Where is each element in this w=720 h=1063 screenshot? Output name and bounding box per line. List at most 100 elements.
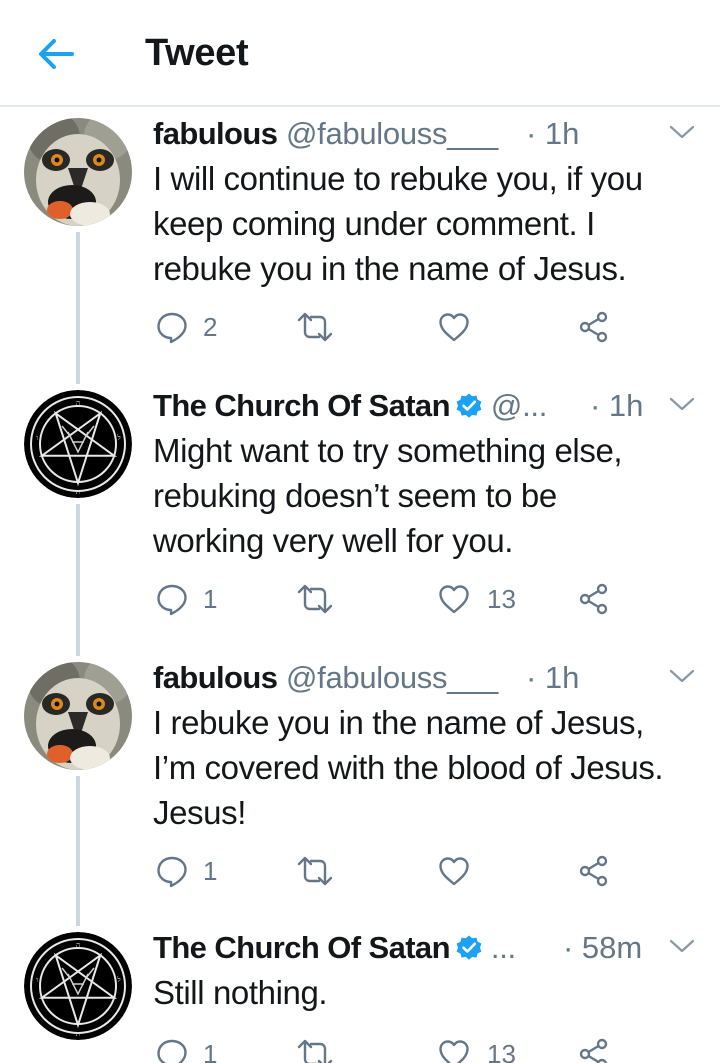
tweet-text: Might want to try something else, rebuki… [153, 428, 702, 563]
retweet-button[interactable] [296, 851, 334, 891]
reply-button[interactable]: 1 [155, 1034, 217, 1063]
share-button[interactable] [577, 851, 611, 891]
svg-text:ת: ת [76, 488, 80, 496]
display-name[interactable]: The Church Of Satan [153, 930, 451, 965]
display-name[interactable]: fabulous [153, 116, 278, 151]
handle[interactable]: @fabulouss___ [286, 660, 498, 695]
tweet-text-line: Might want to try something else, [153, 432, 623, 469]
svg-text:ו: ו [36, 434, 38, 442]
chevron-down-icon[interactable] [668, 936, 696, 956]
retweet-icon [297, 312, 333, 342]
pentagram-avatar: ה ל ו ת [24, 932, 132, 1040]
share-button[interactable] [577, 579, 611, 619]
avatar[interactable]: ה ל ו ת [24, 390, 132, 498]
like-button[interactable] [437, 307, 471, 347]
heart-icon [439, 857, 469, 886]
tweet-header: fabulous @fabulouss___ · 1h [153, 656, 700, 700]
handle[interactable]: @... [491, 388, 547, 423]
timestamp[interactable]: · 1h [590, 384, 643, 428]
share-icon [579, 583, 608, 615]
verified-badge-icon [456, 393, 482, 418]
pentagram-avatar: ה ל ו ת [24, 390, 132, 498]
tweet[interactable]: ה ל ו ת The Church Of Satan @... · 1h Mi… [0, 384, 720, 624]
reply-count: 1 [203, 1038, 218, 1063]
reply-icon [157, 1039, 187, 1063]
tweet-text-line: I’m covered with the blood of Jesus. [153, 749, 664, 786]
share-icon [579, 311, 608, 343]
chevron-down-icon[interactable] [668, 122, 696, 142]
tweet-text-line: I will continue to rebuke you, if you [153, 160, 643, 197]
like-button[interactable]: 13 [437, 1034, 516, 1063]
chevron-down-icon[interactable] [668, 394, 696, 414]
reply-icon [157, 312, 187, 344]
tweet-text-line: rebuking doesn’t seem to be [153, 477, 557, 514]
tweet-text-line: I rebuke you in the name of Jesus, [153, 704, 644, 741]
retweet-button[interactable] [296, 307, 334, 347]
timestamp[interactable]: · 58m [563, 926, 642, 970]
lemur-avatar [24, 118, 132, 226]
reply-button[interactable]: 2 [155, 307, 217, 347]
retweet-button[interactable] [296, 579, 334, 619]
tweet-text: Still nothing. [153, 970, 702, 1015]
reply-button[interactable]: 1 [155, 851, 217, 891]
share-icon [579, 855, 608, 887]
tweet-text-line: Still nothing. [153, 974, 328, 1011]
tweet-text: I will continue to rebuke you, if you ke… [153, 156, 702, 291]
reply-icon [157, 584, 187, 616]
top-bar: Tweet [0, 0, 720, 106]
reply-count: 1 [203, 855, 218, 886]
tweet-text-line: working very well for you. [153, 522, 514, 559]
avatar[interactable]: ה ל ו ת [24, 932, 132, 1040]
tweet-text-line: rebuke you in the name of Jesus. [153, 250, 627, 287]
tweet[interactable]: fabulous @fabulouss___ · 1h I rebuke you… [0, 656, 720, 896]
tweet-actions: 1 13 [153, 579, 623, 619]
arrow-left-icon [39, 39, 74, 69]
tweet-actions: 1 13 [153, 1034, 623, 1063]
lemur-avatar [24, 662, 132, 770]
like-count: 13 [487, 1038, 516, 1063]
like-button[interactable]: 13 [437, 579, 516, 619]
like-button[interactable] [437, 851, 471, 891]
tweet-header: fabulous @fabulouss___ · 1h [153, 112, 700, 156]
chevron-down-icon[interactable] [668, 666, 696, 686]
tweet-text-line: Jesus! [153, 794, 246, 831]
tweet-header: The Church Of Satan ... · 58m [153, 926, 700, 970]
share-icon [579, 1038, 608, 1063]
divider [0, 106, 720, 107]
retweet-button[interactable] [296, 1034, 334, 1063]
handle[interactable]: @fabulouss___ [286, 116, 498, 151]
reply-count: 1 [203, 583, 218, 614]
tweet-header: The Church Of Satan @... · 1h [153, 384, 700, 428]
display-name[interactable]: The Church Of Satan [153, 388, 451, 423]
tweet-actions: 2 [153, 307, 623, 347]
svg-text:ל: ל [116, 434, 120, 442]
timestamp[interactable]: · 1h [526, 656, 579, 700]
verified-badge-icon [456, 935, 482, 960]
tweet-text-line: keep coming under comment. I [153, 205, 595, 242]
tweet-actions: 1 [153, 851, 623, 891]
avatar[interactable] [24, 662, 132, 770]
tweet[interactable]: fabulous @fabulouss___ · 1h I will conti… [0, 112, 720, 352]
svg-text:ו: ו [36, 976, 38, 984]
retweet-icon [297, 1039, 333, 1063]
timestamp[interactable]: · 1h [526, 112, 579, 156]
heart-icon [439, 313, 469, 342]
heart-icon [439, 585, 469, 614]
svg-text:ל: ל [116, 976, 120, 984]
tweet[interactable]: ה ל ו ת The Church Of Satan ... · 58m St… [0, 926, 720, 1063]
like-count: 13 [487, 583, 516, 614]
display-name[interactable]: fabulous [153, 660, 278, 695]
svg-text:ה: ה [76, 941, 80, 949]
share-button[interactable] [577, 307, 611, 347]
tweet-text: I rebuke you in the name of Jesus, I’m c… [153, 700, 702, 835]
retweet-icon [297, 856, 333, 886]
page-title: Tweet [145, 32, 249, 74]
handle[interactable]: ... [491, 930, 516, 965]
reply-button[interactable]: 1 [155, 579, 217, 619]
avatar[interactable] [24, 118, 132, 226]
share-button[interactable] [577, 1034, 611, 1063]
svg-text:ה: ה [76, 399, 80, 407]
retweet-icon [297, 584, 333, 614]
back-button[interactable] [34, 34, 78, 74]
reply-icon [157, 856, 187, 888]
